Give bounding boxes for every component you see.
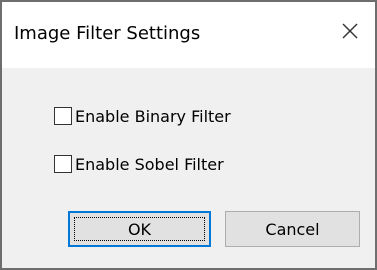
image-filter-settings-dialog: Image Filter Settings Enable Binary Filt… xyxy=(0,0,377,270)
binary-filter-checkbox[interactable] xyxy=(54,107,72,125)
binary-filter-label[interactable]: Enable Binary Filter xyxy=(75,107,231,126)
cancel-button[interactable]: Cancel xyxy=(225,211,360,247)
dialog-title: Image Filter Settings xyxy=(14,23,201,44)
ok-button[interactable]: OK xyxy=(68,211,211,247)
sobel-filter-label[interactable]: Enable Sobel Filter xyxy=(75,155,224,174)
sobel-filter-checkbox[interactable] xyxy=(54,155,72,173)
ok-button-label: OK xyxy=(127,219,152,239)
close-x-icon xyxy=(342,23,358,39)
close-button[interactable] xyxy=(333,14,367,48)
sobel-filter-option[interactable]: Enable Sobel Filter xyxy=(54,152,224,176)
title-bar: Image Filter Settings xyxy=(2,2,375,68)
cancel-button-label: Cancel xyxy=(265,219,320,239)
binary-filter-option[interactable]: Enable Binary Filter xyxy=(54,104,231,128)
